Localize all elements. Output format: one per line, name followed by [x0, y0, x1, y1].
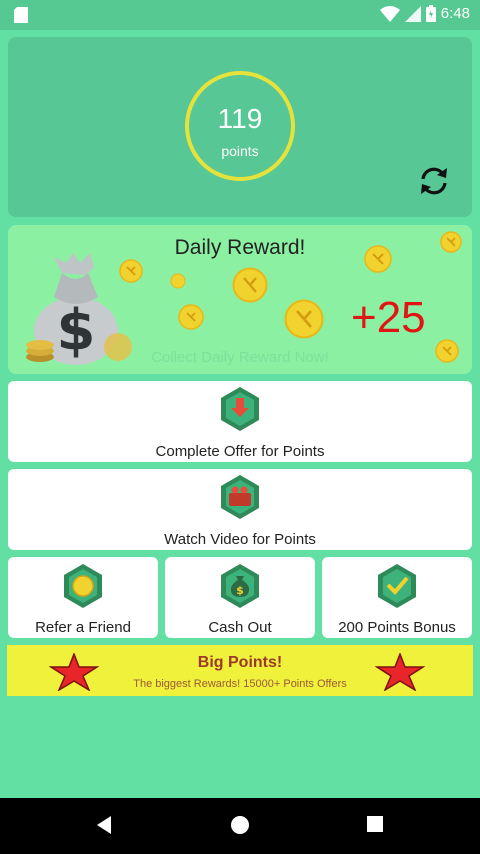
money-bag-hexagon-icon: $ [221, 564, 259, 608]
navigation-bar [0, 798, 480, 854]
daily-reward-title: Daily Reward! [174, 236, 306, 259]
clock: 6:48 [440, 5, 470, 22]
video-hexagon-icon [221, 475, 259, 519]
points-bonus-label: 200 Points Bonus [338, 619, 456, 636]
coin-icon [119, 259, 143, 283]
complete-offer-label: Complete Offer for Points [155, 443, 325, 460]
battery-icon [425, 5, 436, 22]
coin-icon [440, 231, 462, 253]
daily-reward-cta[interactable]: Collect Daily Reward Now! [8, 349, 472, 366]
watch-video-card[interactable]: Watch Video for Points [8, 469, 472, 550]
coin-icon [364, 245, 392, 273]
sim-card-icon [14, 7, 28, 23]
points-bonus-card[interactable]: 200 Points Bonus [322, 557, 472, 638]
status-bar: 6:48 [0, 0, 480, 30]
coin-plus-hexagon-icon [64, 564, 102, 608]
cash-out-card[interactable]: $ Cash Out [165, 557, 315, 638]
daily-reward-card[interactable]: $ Daily Reward! +25 Collect Daily Reward… [8, 225, 472, 374]
watch-video-label: Watch Video for Points [164, 531, 316, 548]
points-value: 119 [217, 103, 263, 134]
checkmark-hexagon-icon [378, 564, 416, 608]
wifi-icon [379, 5, 400, 22]
coin-icon [284, 299, 324, 339]
coin-icon [178, 304, 204, 330]
back-icon[interactable] [95, 815, 115, 835]
signal-icon [404, 5, 421, 22]
refer-friend-card[interactable]: Refer a Friend [8, 557, 158, 638]
points-label: points [221, 143, 259, 159]
download-hexagon-icon [221, 387, 259, 431]
big-points-banner[interactable]: Big Points! The biggest Rewards! 15000+ … [7, 645, 473, 696]
complete-offer-card[interactable]: Complete Offer for Points [8, 381, 472, 462]
refresh-icon[interactable] [416, 163, 452, 199]
recents-icon[interactable] [366, 815, 384, 833]
cash-out-label: Cash Out [208, 619, 272, 636]
refer-friend-label: Refer a Friend [35, 619, 131, 636]
coin-icon [232, 267, 268, 303]
points-ring: 119 points [185, 71, 295, 181]
points-card: 119 points [8, 37, 472, 217]
coin-icon [435, 339, 459, 363]
daily-reward-amount: +25 [351, 293, 426, 342]
star-icon [375, 653, 425, 691]
coin-icon [170, 273, 186, 289]
home-icon[interactable] [230, 815, 250, 835]
svg-text:$: $ [236, 584, 244, 597]
